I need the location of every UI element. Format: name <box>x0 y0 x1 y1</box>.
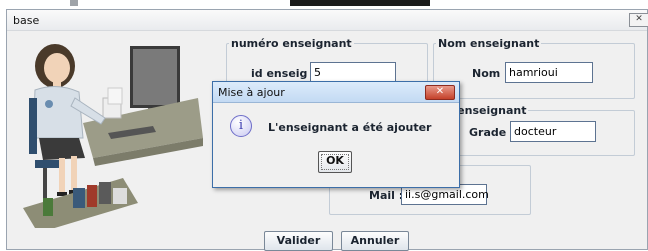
nom-field[interactable]: hamrioui <box>505 62 593 83</box>
close-icon[interactable]: ✕ <box>425 85 455 100</box>
background-fragment <box>70 0 78 6</box>
background-fragment <box>290 0 430 6</box>
message-dialog: Mise à ajour ✕ i L'enseignant a été ajou… <box>212 81 460 188</box>
group-legend: numéro enseignant <box>231 37 352 50</box>
info-icon: i <box>230 115 252 137</box>
nom-label: Nom : <box>472 67 509 80</box>
teacher-illustration <box>23 44 203 228</box>
annuler-button[interactable]: Annuler <box>341 231 409 251</box>
dialog-title: Mise à ajour <box>218 86 285 99</box>
valider-button[interactable]: Valider <box>264 231 333 251</box>
mail-label: Mail : <box>369 189 404 202</box>
dialog-message: L'enseignant a été ajouter <box>268 121 432 134</box>
dialog-title-bar[interactable]: Mise à ajour ✕ <box>213 82 459 103</box>
title-bar[interactable]: base ✕ <box>7 10 648 31</box>
id-field[interactable]: 5 <box>310 62 396 83</box>
group-legend: Nom enseignant <box>438 37 540 50</box>
window-title: base <box>13 14 40 27</box>
grade-label: Grade : <box>469 126 515 139</box>
grade-field[interactable]: docteur <box>510 121 596 142</box>
ok-button[interactable]: OK <box>318 151 352 173</box>
id-label: id enseig : <box>251 67 316 80</box>
close-icon[interactable]: ✕ <box>629 13 648 27</box>
